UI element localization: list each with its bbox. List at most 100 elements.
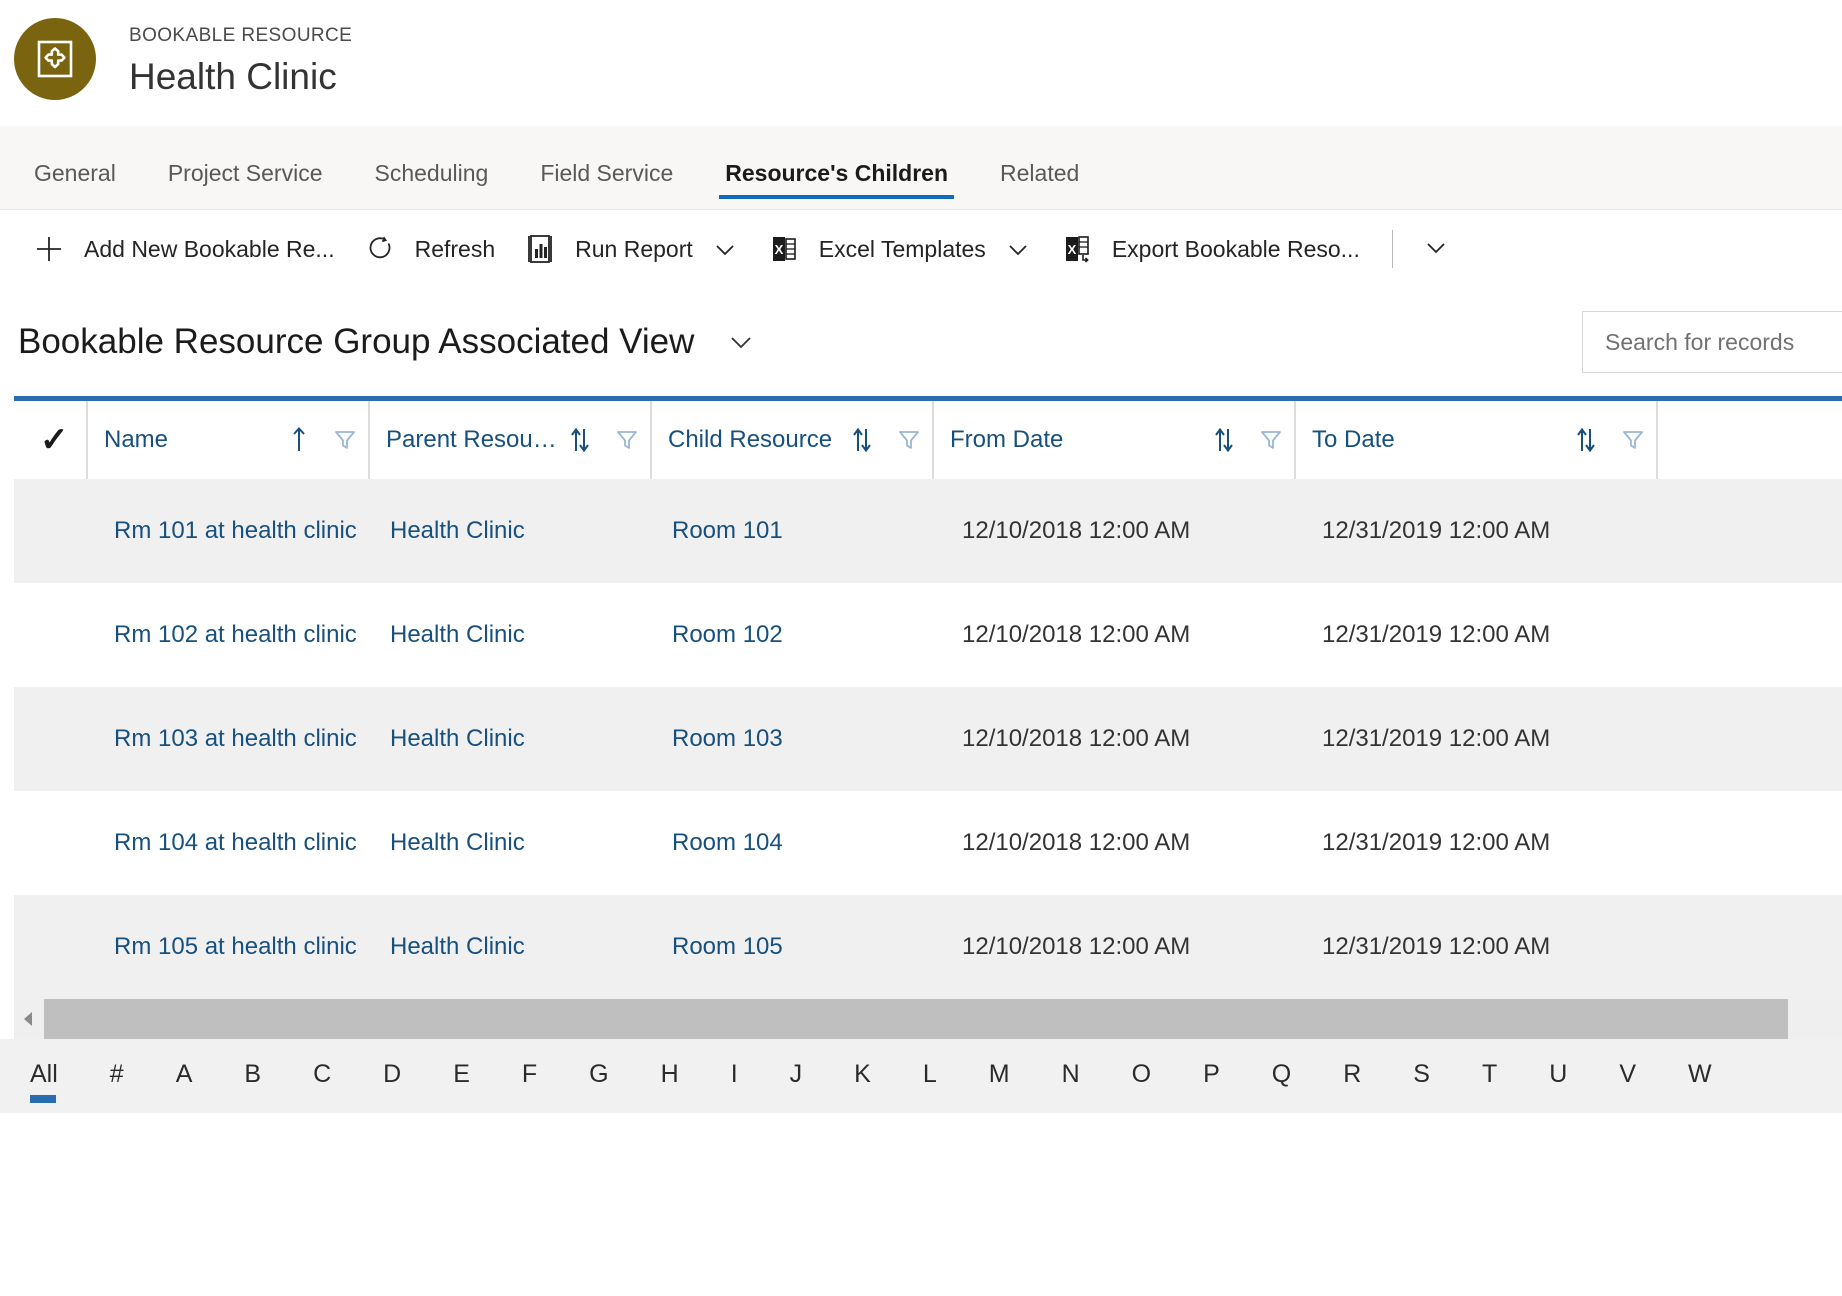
cell-name[interactable]: Rm 101 at health clinic [86,479,368,583]
filter-icon[interactable] [614,427,640,453]
chevron-down-icon[interactable] [711,235,739,263]
alpha-index-b[interactable]: B [244,1059,261,1093]
tab-scheduling[interactable]: Scheduling [349,159,515,209]
alpha-index-h[interactable]: H [661,1059,679,1093]
tab-related[interactable]: Related [974,159,1105,209]
sort-icon[interactable] [1212,425,1236,455]
alpha-index-v[interactable]: V [1619,1059,1636,1093]
row-name-link[interactable]: Rm 101 at health clinic [114,517,357,545]
cell-parent-resource[interactable]: Health Clinic [368,583,650,687]
column-header-from-date[interactable]: From Date [932,401,1294,479]
run-report-button[interactable]: Run Report [509,210,753,288]
cell-child-resource[interactable]: Room 103 [650,687,932,791]
column-header-to-date[interactable]: To Date [1294,401,1656,479]
row-child-resource-link[interactable]: Room 105 [672,933,783,961]
alpha-index-j[interactable]: J [790,1059,803,1093]
table-row[interactable]: Rm 101 at health clinic Health Clinic Ro… [14,479,1842,583]
caret-left-icon[interactable] [14,1009,44,1029]
row-name-link[interactable]: Rm 105 at health clinic [114,933,357,961]
alpha-index-p[interactable]: P [1203,1059,1220,1093]
chevron-down-icon[interactable] [1004,235,1032,263]
sort-icon[interactable] [1574,425,1598,455]
excel-templates-button[interactable]: X Excel Templates [753,210,1046,288]
chevron-down-icon[interactable] [724,325,758,359]
row-select-checkbox[interactable] [14,791,86,895]
alpha-index-e[interactable]: E [453,1059,470,1093]
tab-project-service[interactable]: Project Service [142,159,349,209]
cell-child-resource[interactable]: Room 102 [650,583,932,687]
row-child-resource-link[interactable]: Room 102 [672,621,783,649]
cell-parent-resource[interactable]: Health Clinic [368,895,650,999]
table-row[interactable]: Rm 105 at health clinic Health Clinic Ro… [14,895,1842,999]
alpha-index-r[interactable]: R [1343,1059,1361,1093]
cell-child-resource[interactable]: Room 105 [650,895,932,999]
scrollbar-track[interactable] [44,999,1842,1039]
cell-name[interactable]: Rm 102 at health clinic [86,583,368,687]
alpha-index-q[interactable]: Q [1272,1059,1291,1093]
tab-field-service[interactable]: Field Service [514,159,699,209]
alpha-index-g[interactable]: G [589,1059,608,1093]
alpha-index-t[interactable]: T [1482,1059,1497,1093]
row-child-resource-link[interactable]: Room 103 [672,725,783,753]
alpha-index-o[interactable]: O [1132,1059,1151,1093]
row-name-link[interactable]: Rm 103 at health clinic [114,725,357,753]
column-header-parent-resource[interactable]: Parent Resour... [368,401,650,479]
column-header-child-resource[interactable]: Child Resource [650,401,932,479]
row-child-resource-link[interactable]: Room 104 [672,829,783,857]
table-row[interactable]: Rm 104 at health clinic Health Clinic Ro… [14,791,1842,895]
tab-resources-children[interactable]: Resource's Children [699,159,974,209]
alpha-index-s[interactable]: S [1413,1059,1430,1093]
sort-icon[interactable] [568,425,592,455]
filter-icon[interactable] [1620,427,1646,453]
export-bookable-resource-button[interactable]: X Export Bookable Reso... [1046,210,1374,288]
select-all-checkbox[interactable]: ✓ [14,401,86,479]
alpha-index-l[interactable]: L [923,1059,937,1093]
cell-name[interactable]: Rm 103 at health clinic [86,687,368,791]
table-row[interactable]: Rm 102 at health clinic Health Clinic Ro… [14,583,1842,687]
alpha-index-n[interactable]: N [1062,1059,1080,1093]
alpha-index-f[interactable]: F [522,1059,537,1093]
alpha-index-all[interactable]: All [30,1059,58,1103]
command-bar-overflow-button[interactable] [1399,210,1473,288]
row-name-link[interactable]: Rm 102 at health clinic [114,621,357,649]
table-row[interactable]: Rm 103 at health clinic Health Clinic Ro… [14,687,1842,791]
alpha-index-hash[interactable]: # [110,1059,124,1093]
scrollbar-thumb[interactable] [44,999,1789,1039]
cell-parent-resource[interactable]: Health Clinic [368,791,650,895]
grid-horizontal-scrollbar[interactable] [14,999,1842,1039]
row-select-checkbox[interactable] [14,583,86,687]
column-header-name[interactable]: Name [86,401,368,479]
alpha-index-u[interactable]: U [1549,1059,1567,1093]
search-input[interactable] [1603,327,1842,357]
alpha-index-w[interactable]: W [1688,1059,1712,1093]
row-parent-resource-link[interactable]: Health Clinic [390,829,525,857]
alpha-index-a[interactable]: A [176,1059,193,1093]
filter-icon[interactable] [332,427,358,453]
sort-icon[interactable] [850,425,874,455]
cell-child-resource[interactable]: Room 104 [650,791,932,895]
row-select-checkbox[interactable] [14,895,86,999]
alpha-index-d[interactable]: D [383,1059,401,1093]
alpha-index-c[interactable]: C [313,1059,331,1093]
row-parent-resource-link[interactable]: Health Clinic [390,933,525,961]
row-child-resource-link[interactable]: Room 101 [672,517,783,545]
tab-general[interactable]: General [8,159,142,209]
search-box[interactable] [1582,311,1842,373]
cell-name[interactable]: Rm 104 at health clinic [86,791,368,895]
cell-parent-resource[interactable]: Health Clinic [368,479,650,583]
alpha-index-m[interactable]: M [989,1059,1010,1093]
refresh-button[interactable]: Refresh [349,210,510,288]
row-parent-resource-link[interactable]: Health Clinic [390,517,525,545]
alpha-index-i[interactable]: I [731,1059,738,1093]
add-new-bookable-resource-button[interactable]: Add New Bookable Re... [18,210,349,288]
row-name-link[interactable]: Rm 104 at health clinic [114,829,357,857]
row-select-checkbox[interactable] [14,687,86,791]
cell-parent-resource[interactable]: Health Clinic [368,687,650,791]
row-parent-resource-link[interactable]: Health Clinic [390,621,525,649]
filter-icon[interactable] [896,427,922,453]
row-select-checkbox[interactable] [14,479,86,583]
filter-icon[interactable] [1258,427,1284,453]
cell-child-resource[interactable]: Room 101 [650,479,932,583]
row-parent-resource-link[interactable]: Health Clinic [390,725,525,753]
sort-ascending-icon[interactable] [288,425,310,455]
